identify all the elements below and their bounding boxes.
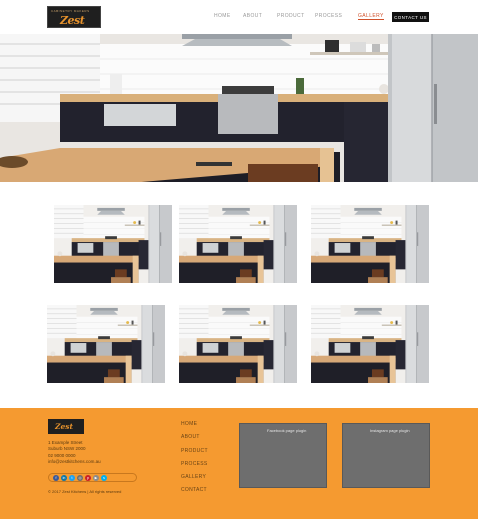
footer-logo-script: Zest bbox=[55, 422, 73, 431]
facebook-plugin-label: Facebook page plugin bbox=[267, 428, 307, 433]
logo-tagline: CABINETRY MAKERS bbox=[51, 9, 90, 13]
footer-nav: HOME ABOUT PRODUCT PROCESS GALLERY CONTA… bbox=[181, 421, 208, 501]
gallery-image-1[interactable] bbox=[54, 205, 172, 283]
footer-logo[interactable]: Zest bbox=[48, 419, 84, 434]
gallery-image-2[interactable] bbox=[179, 205, 297, 283]
instagram-plugin-label: Instagram page plugin bbox=[370, 428, 410, 433]
footer-link-product[interactable]: PRODUCT bbox=[181, 448, 208, 454]
nav-home[interactable]: HOME bbox=[214, 13, 231, 19]
twitter-icon[interactable]: t bbox=[69, 474, 75, 481]
instagram-plugin-box[interactable]: Instagram page plugin bbox=[342, 423, 430, 488]
nav-product[interactable]: PRODUCT bbox=[277, 13, 305, 19]
instagram-icon[interactable]: ◎ bbox=[77, 474, 83, 481]
linkedin-icon[interactable]: in bbox=[61, 474, 67, 481]
footer-link-gallery[interactable]: GALLERY bbox=[181, 474, 208, 480]
email-line[interactable]: info@zestkitchens.com.au bbox=[48, 459, 101, 465]
site-logo[interactable]: CABINETRY MAKERS Zest bbox=[47, 6, 101, 28]
copyright-text: © 2017 Zest Kitchens | All rights reserv… bbox=[48, 489, 122, 494]
gallery-image-4[interactable] bbox=[47, 305, 165, 383]
footer-address: 1 Example Street Suburb NSW 2000 02 9000… bbox=[48, 440, 101, 466]
logo-script: Zest bbox=[60, 14, 85, 27]
site-header: CABINETRY MAKERS Zest HOME ABOUT PRODUCT… bbox=[0, 0, 478, 34]
footer-link-about[interactable]: ABOUT bbox=[181, 434, 208, 440]
facebook-plugin-box[interactable]: Facebook page plugin bbox=[239, 423, 327, 488]
nav-gallery[interactable]: GALLERY bbox=[358, 13, 384, 20]
gallery-image-3[interactable] bbox=[311, 205, 429, 283]
facebook-icon[interactable]: f bbox=[53, 474, 59, 481]
footer-link-process[interactable]: PROCESS bbox=[181, 461, 208, 467]
gallery-image-5[interactable] bbox=[179, 305, 297, 383]
pinterest-icon[interactable]: p bbox=[85, 474, 91, 481]
footer-link-contact[interactable]: CONTACT bbox=[181, 487, 208, 493]
hero-image bbox=[0, 34, 478, 182]
skype-icon[interactable]: s bbox=[101, 474, 107, 481]
contact-us-button[interactable]: CONTACT US bbox=[392, 12, 429, 22]
gallery-image-6[interactable] bbox=[311, 305, 429, 383]
nav-process[interactable]: PROCESS bbox=[315, 13, 342, 19]
site-footer: Zest 1 Example Street Suburb NSW 2000 02… bbox=[0, 408, 478, 519]
nav-about[interactable]: ABOUT bbox=[243, 13, 262, 19]
footer-link-home[interactable]: HOME bbox=[181, 421, 208, 427]
youtube-icon[interactable]: ▶ bbox=[93, 474, 99, 481]
social-icons: f in t ◎ p ▶ s bbox=[48, 473, 137, 482]
